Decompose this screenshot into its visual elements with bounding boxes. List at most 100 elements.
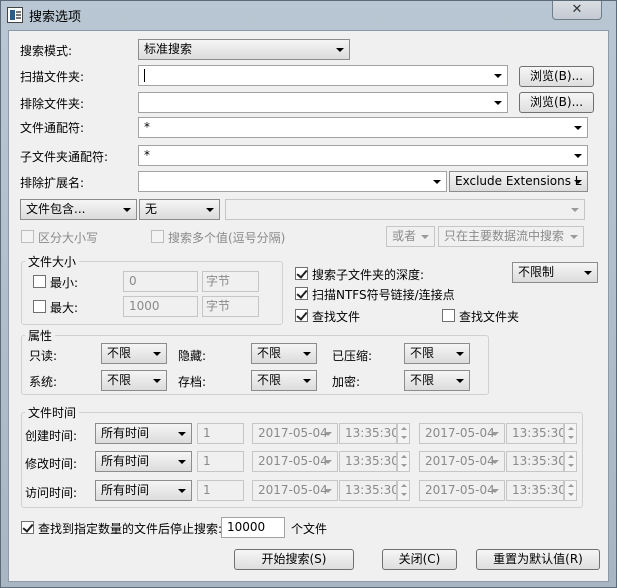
accessed-time-range-select[interactable]: 所有时间 (95, 480, 192, 501)
find-files-checkbox[interactable] (295, 309, 308, 322)
modified-time-range-select[interactable]: 所有时间 (95, 451, 192, 472)
accessed-date-to-picker[interactable]: 2017-05-04 (419, 480, 505, 501)
title-bar[interactable]: 搜索选项 ✕ (1, 1, 616, 29)
search-depth-label: 搜索子文件夹的深度: (312, 268, 425, 282)
stream-value: 只在主要数据流中搜索 (444, 229, 565, 243)
reset-defaults-button[interactable]: 重置为默认值(R) (476, 549, 600, 570)
modified-time-from-input[interactable]: 13:35:30 (339, 451, 397, 472)
modified-time-to-spinner[interactable] (564, 451, 577, 472)
max-size-input[interactable]: 1000 (123, 296, 198, 317)
file-wildcard-input[interactable]: * (138, 117, 588, 138)
created-time-from-input[interactable]: 13:35:30 (339, 423, 397, 444)
readonly-select[interactable]: 不限 (101, 343, 167, 364)
modified-time-num-input[interactable]: 1 (197, 451, 244, 472)
accessed-time-from-spinner[interactable] (397, 480, 410, 501)
search-depth-select[interactable]: 不限制 (512, 262, 598, 283)
modified-time-from-spinner[interactable] (397, 451, 410, 472)
accessed-time-to-value: 13:35:30 (512, 483, 564, 497)
app-icon (7, 7, 23, 23)
min-size-value: 0 (129, 274, 137, 288)
min-size-unit-select[interactable]: 字节 (202, 271, 259, 292)
find-files-label: 查找文件 (312, 310, 361, 324)
accessed-date-from-picker[interactable]: 2017-05-04 (252, 480, 338, 501)
modified-date-to-picker[interactable]: 2017-05-04 (419, 451, 505, 472)
contains-text-input[interactable] (225, 199, 585, 220)
stop-after-input[interactable]: 10000 (221, 517, 285, 538)
created-date-from-picker[interactable]: 2017-05-04 (252, 423, 338, 444)
search-mode-select[interactable]: 标准搜索 (138, 39, 350, 60)
modified-time-num-value: 1 (203, 454, 211, 468)
encrypted-value: 不限 (410, 373, 435, 387)
exclude-folders-input[interactable] (138, 92, 508, 113)
logic-select[interactable]: 或者 (386, 226, 435, 247)
compressed-select[interactable]: 不限 (404, 343, 470, 364)
contains-type-select[interactable]: 无 (139, 199, 220, 220)
close-button[interactable]: 关闭(C) (382, 549, 457, 570)
chevron-down-icon (175, 481, 189, 500)
max-size-unit-select[interactable]: 字节 (202, 296, 259, 317)
exclude-folders-browse-button[interactable]: 浏览(B)... (519, 92, 594, 113)
accessed-time-to-input[interactable]: 13:35:30 (506, 480, 564, 501)
chevron-down-icon (203, 200, 217, 219)
chevron-down-icon (453, 371, 467, 390)
modified-time-label: 修改时间: (25, 457, 78, 471)
stream-select[interactable]: 只在主要数据流中搜索 (438, 226, 584, 247)
modified-time-range-value: 所有时间 (101, 454, 150, 468)
exclude-ext-mode-select[interactable]: Exclude Extensions L (449, 171, 588, 192)
max-size-value: 1000 (129, 299, 160, 313)
archive-label: 存档: (178, 375, 207, 389)
scan-ntfs-checkbox[interactable] (295, 287, 308, 300)
file-contains-select[interactable]: 文件包含... (20, 199, 137, 220)
accessed-time-label: 访问时间: (25, 486, 78, 500)
search-mode-value: 标准搜索 (144, 42, 193, 56)
case-sensitive-checkbox[interactable] (21, 230, 34, 243)
search-mode-label: 搜索模式: (20, 44, 73, 58)
created-time-to-input[interactable]: 13:35:30 (506, 423, 564, 444)
archive-select[interactable]: 不限 (251, 370, 317, 391)
min-size-input[interactable]: 0 (123, 271, 198, 292)
hidden-select[interactable]: 不限 (251, 343, 317, 364)
created-time-to-spinner[interactable] (564, 423, 577, 444)
min-size-unit: 字节 (206, 274, 231, 288)
file-wildcard-label: 文件通配符: (20, 121, 85, 135)
start-search-button[interactable]: 开始搜索(S) (234, 549, 354, 570)
multi-values-checkbox[interactable] (151, 230, 164, 243)
created-time-num-input[interactable]: 1 (197, 423, 244, 444)
modified-time-to-input[interactable]: 13:35:30 (506, 451, 564, 472)
exclude-ext-input[interactable] (138, 171, 447, 192)
subfolder-wildcard-input[interactable]: * (138, 145, 588, 166)
close-icon[interactable]: ✕ (552, 1, 602, 20)
created-time-from-spinner[interactable] (397, 423, 410, 444)
accessed-date-to-value: 2017-05-04 (425, 483, 495, 497)
window-title: 搜索选项 (29, 10, 82, 25)
file-wildcard-value: * (144, 120, 150, 134)
scan-folders-input[interactable] (138, 65, 508, 86)
created-time-label: 创建时间: (25, 429, 78, 443)
chevron-down-icon (491, 66, 505, 85)
subfolder-wildcard-label: 子文件夹通配符: (20, 150, 109, 164)
system-select[interactable]: 不限 (101, 370, 167, 391)
scan-ntfs-label: 扫描NTFS符号链接/连接点 (312, 288, 455, 302)
accessed-time-to-spinner[interactable] (564, 480, 577, 501)
scan-folders-browse-button[interactable]: 浏览(B)... (519, 66, 594, 87)
min-size-checkbox[interactable] (33, 275, 46, 288)
stop-after-checkbox[interactable] (21, 521, 34, 534)
chevron-down-icon (321, 481, 335, 500)
chevron-down-icon (321, 452, 335, 471)
max-size-checkbox[interactable] (33, 300, 46, 313)
find-folders-checkbox[interactable] (442, 309, 455, 322)
encrypted-label: 加密: (332, 375, 361, 389)
search-depth-checkbox[interactable] (295, 267, 308, 280)
search-options-window: 搜索选项 ✕ 搜索模式: 标准搜索 扫描文件夹: 浏览(B)... 排除文件夹:… (0, 0, 617, 588)
hidden-label: 隐藏: (178, 349, 207, 363)
created-date-to-picker[interactable]: 2017-05-04 (419, 423, 505, 444)
encrypted-select[interactable]: 不限 (404, 370, 470, 391)
accessed-time-num-input[interactable]: 1 (197, 480, 244, 501)
system-label: 系统: (29, 375, 58, 389)
created-time-range-select[interactable]: 所有时间 (95, 423, 192, 444)
stop-after-label: 查找到指定数量的文件后停止搜索: (38, 522, 223, 536)
accessed-time-from-input[interactable]: 13:35:30 (339, 480, 397, 501)
chevron-down-icon (300, 371, 314, 390)
modified-date-from-picker[interactable]: 2017-05-04 (252, 451, 338, 472)
chevron-down-icon (581, 263, 595, 282)
